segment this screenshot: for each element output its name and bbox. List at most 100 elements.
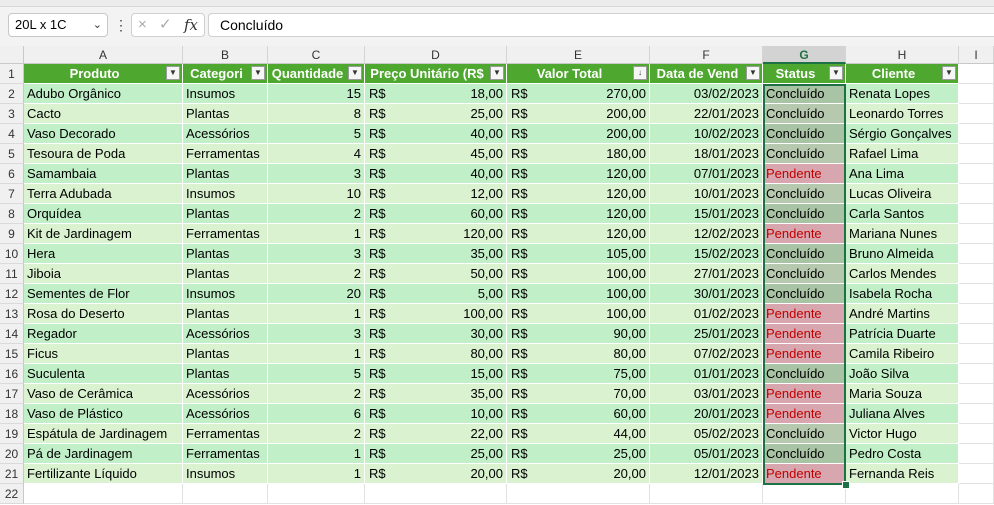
cell-data-venda[interactable]: 25/01/2023 [650,324,763,344]
row-header-1[interactable]: 1 [0,64,24,84]
empty-cell[interactable] [959,84,994,104]
cell-produto[interactable]: Espátula de Jardinagem [24,424,183,444]
cell-valor-total[interactable]: R$ 60,00 [507,404,650,424]
cell-preco-unitario[interactable]: R$ 20,00 [365,464,507,484]
row-header-17[interactable]: 17 [0,384,24,404]
cell-cliente[interactable]: Bruno Almeida [846,244,959,264]
cell-quantidade[interactable]: 2 [268,424,365,444]
sort-filter-icon[interactable]: ↓ [633,66,647,80]
cell-status[interactable]: Concluído [763,124,846,144]
cell-status[interactable]: Pendente [763,324,846,344]
empty-cell[interactable] [650,484,763,504]
cell-categoria[interactable]: Ferramentas [183,144,268,164]
cell-cliente[interactable]: Renata Lopes [846,84,959,104]
empty-cell[interactable] [959,424,994,444]
cell-status[interactable]: Pendente [763,344,846,364]
cell-categoria[interactable]: Acessórios [183,384,268,404]
cell-categoria[interactable]: Insumos [183,84,268,104]
cell-quantidade[interactable]: 1 [268,344,365,364]
cell-status[interactable]: Pendente [763,404,846,424]
cell-status[interactable]: Concluído [763,264,846,284]
cell-status[interactable]: Concluído [763,184,846,204]
filter-dropdown-icon[interactable]: ▼ [829,66,843,80]
cell-valor-total[interactable]: R$ 270,00 [507,84,650,104]
cell-data-venda[interactable]: 01/01/2023 [650,364,763,384]
fill-handle[interactable] [842,481,850,489]
cell-categoria[interactable]: Acessórios [183,324,268,344]
row-header-7[interactable]: 7 [0,184,24,204]
column-header-h[interactable]: H [846,46,959,64]
column-header-f[interactable]: F [650,46,763,64]
row-header-20[interactable]: 20 [0,444,24,464]
cell-preco-unitario[interactable]: R$ 60,00 [365,204,507,224]
filter-dropdown-icon[interactable]: ▼ [166,66,180,80]
cell-data-venda[interactable]: 30/01/2023 [650,284,763,304]
row-header-14[interactable]: 14 [0,324,24,344]
cell-status[interactable]: Pendente [763,224,846,244]
cell-preco-unitario[interactable]: R$ 22,00 [365,424,507,444]
cell-cliente[interactable]: Ana Lima [846,164,959,184]
cell-produto[interactable]: Ficus [24,344,183,364]
cell-data-venda[interactable]: 03/02/2023 [650,84,763,104]
cell-quantidade[interactable]: 1 [268,224,365,244]
cell-preco-unitario[interactable]: R$ 120,00 [365,224,507,244]
cell-quantidade[interactable]: 1 [268,464,365,484]
cell-produto[interactable]: Terra Adubada [24,184,183,204]
cell-valor-total[interactable]: R$ 80,00 [507,344,650,364]
empty-cell[interactable] [24,484,183,504]
table-header-status[interactable]: Status ▼ [763,64,846,84]
cell-status[interactable]: Concluído [763,364,846,384]
cell-quantidade[interactable]: 8 [268,104,365,124]
cell-categoria[interactable]: Ferramentas [183,424,268,444]
table-header-cliente[interactable]: Cliente ▼ [846,64,959,84]
empty-cell[interactable] [959,164,994,184]
cell-preco-unitario[interactable]: R$ 15,00 [365,364,507,384]
cell-data-venda[interactable]: 15/01/2023 [650,204,763,224]
cell-data-venda[interactable]: 05/02/2023 [650,424,763,444]
cell-quantidade[interactable]: 20 [268,284,365,304]
cell-cliente[interactable]: Lucas Oliveira [846,184,959,204]
cell-categoria[interactable]: Insumos [183,184,268,204]
cell-status[interactable]: Pendente [763,464,846,484]
cell-data-venda[interactable]: 07/02/2023 [650,344,763,364]
cell-valor-total[interactable]: R$ 180,00 [507,144,650,164]
cell-preco-unitario[interactable]: R$ 40,00 [365,164,507,184]
row-header-11[interactable]: 11 [0,264,24,284]
cell-produto[interactable]: Cacto [24,104,183,124]
cell-cliente[interactable]: Maria Souza [846,384,959,404]
cell-categoria[interactable]: Insumos [183,464,268,484]
cell-produto[interactable]: Fertilizante Líquido [24,464,183,484]
cell-quantidade[interactable]: 1 [268,304,365,324]
cell-data-venda[interactable]: 22/01/2023 [650,104,763,124]
cancel-icon[interactable]: × [138,14,147,36]
cell-data-venda[interactable]: 07/01/2023 [650,164,763,184]
row-header-4[interactable]: 4 [0,124,24,144]
cell-cliente[interactable]: Sérgio Gonçalves [846,124,959,144]
empty-cell[interactable] [959,144,994,164]
empty-cell[interactable] [959,384,994,404]
filter-dropdown-icon[interactable]: ▼ [942,66,956,80]
cell-produto[interactable]: Vaso de Cerâmica [24,384,183,404]
cell-valor-total[interactable]: R$ 90,00 [507,324,650,344]
column-header-e[interactable]: E [507,46,650,64]
cell-produto[interactable]: Sementes de Flor [24,284,183,304]
empty-cell[interactable] [959,204,994,224]
cell-quantidade[interactable]: 6 [268,404,365,424]
column-header-d[interactable]: D [365,46,507,64]
cell-data-venda[interactable]: 20/01/2023 [650,404,763,424]
empty-cell[interactable] [959,344,994,364]
filter-dropdown-icon[interactable]: ▼ [251,66,265,80]
cell-quantidade[interactable]: 1 [268,444,365,464]
filter-dropdown-icon[interactable]: ▼ [348,66,362,80]
table-header-produto[interactable]: Produto ▼ [24,64,183,84]
empty-cell[interactable] [959,284,994,304]
cell-data-venda[interactable]: 18/01/2023 [650,144,763,164]
cell-preco-unitario[interactable]: R$ 12,00 [365,184,507,204]
chevron-down-icon[interactable]: ⌄ [93,14,102,36]
cell-data-venda[interactable]: 01/02/2023 [650,304,763,324]
row-header-5[interactable]: 5 [0,144,24,164]
row-header-3[interactable]: 3 [0,104,24,124]
cell-preco-unitario[interactable]: R$ 35,00 [365,244,507,264]
cell-quantidade[interactable]: 3 [268,244,365,264]
insert-function-icon[interactable]: fx [184,14,198,36]
